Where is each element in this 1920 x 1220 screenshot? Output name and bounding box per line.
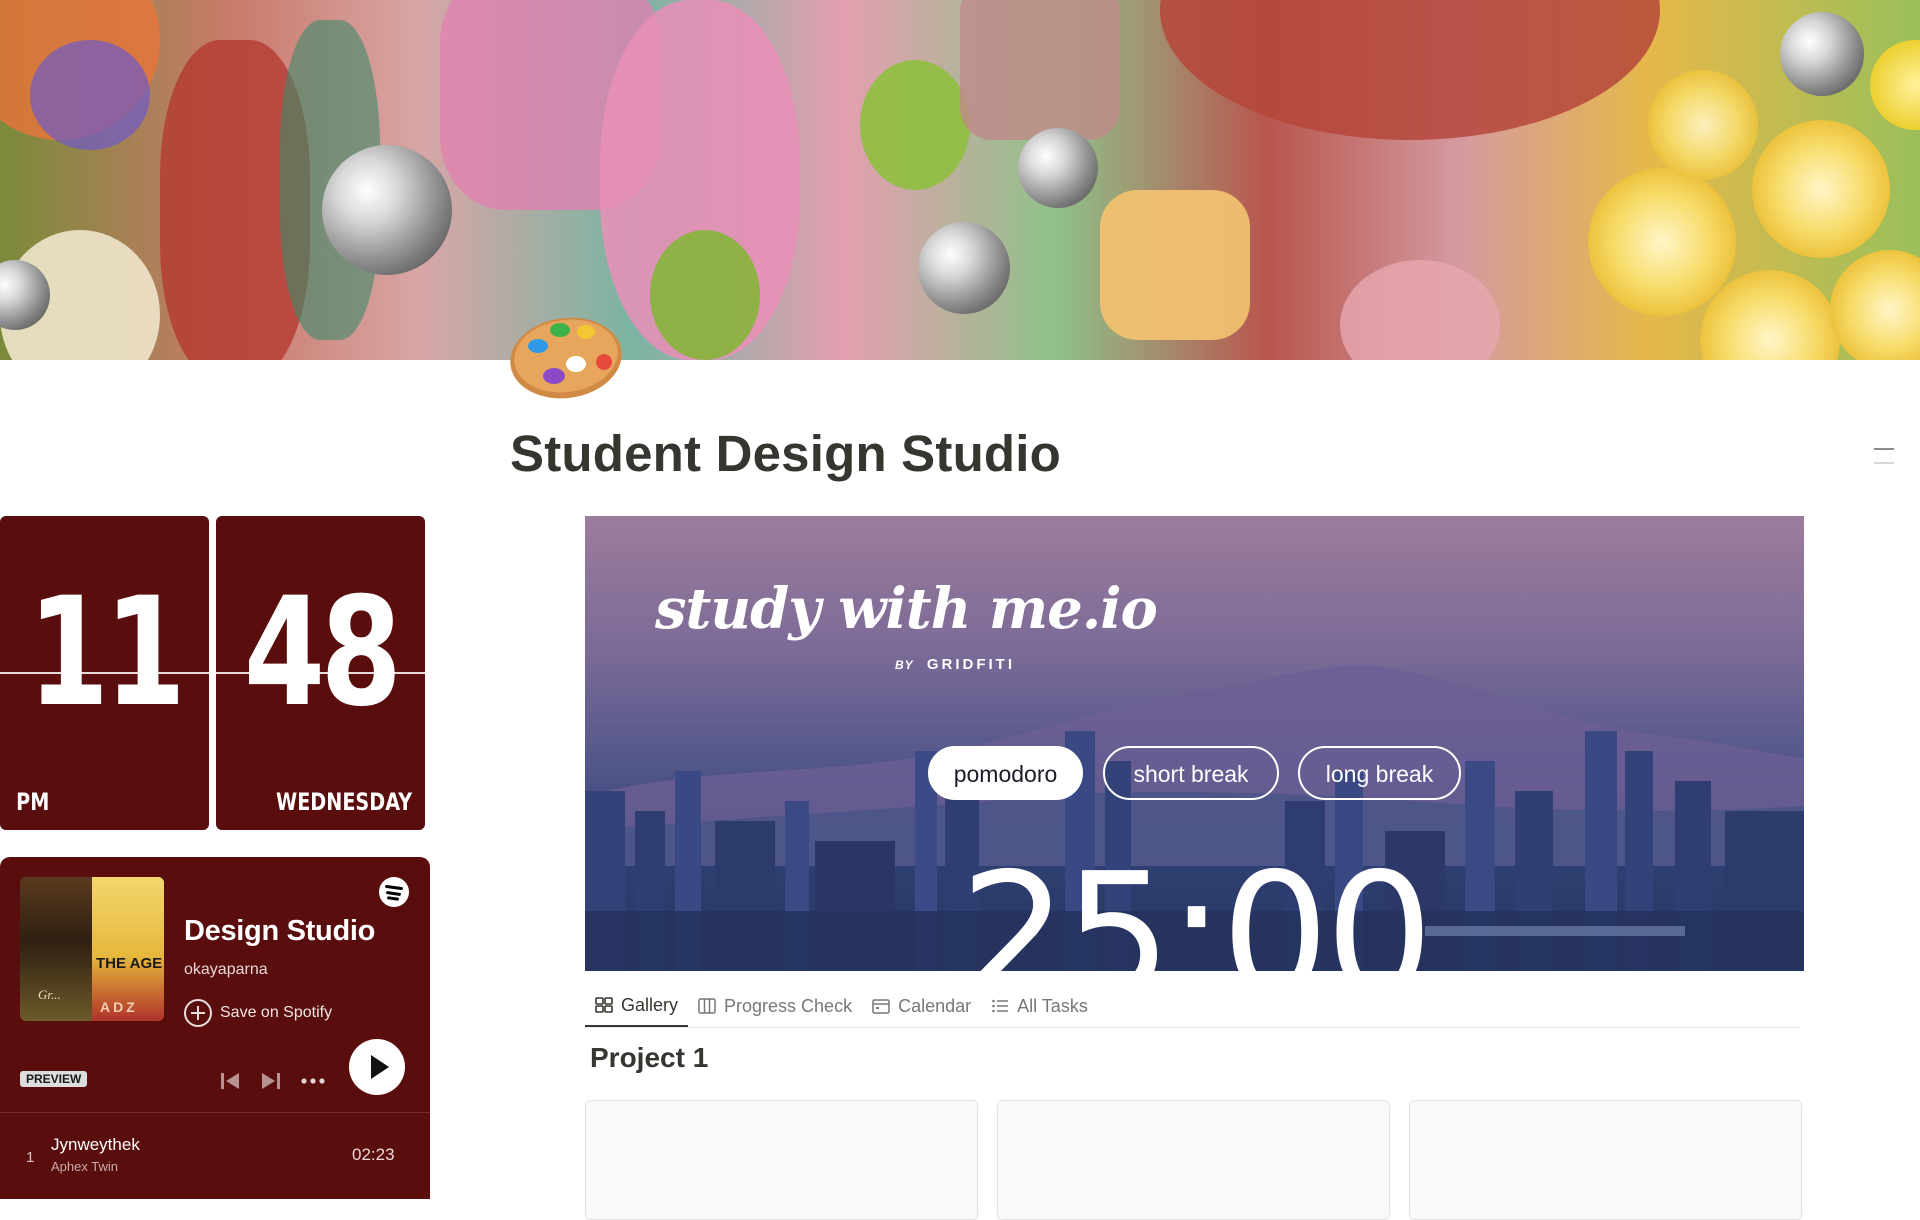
track-number: 1	[26, 1149, 35, 1166]
save-on-spotify-label: Save on Spotify	[220, 1004, 333, 1021]
album-cover-image[interactable]: Gr... THE AGE ADZ	[20, 877, 164, 1021]
tab-calendar[interactable]: Calendar	[862, 985, 981, 1027]
track-artist: Aphex Twin	[51, 1159, 118, 1174]
clock-hour-tile: 11 PM	[0, 516, 209, 830]
save-on-spotify-button[interactable]: Save on Spotify	[184, 999, 332, 1027]
artist-palette-icon[interactable]	[508, 312, 628, 408]
clock-hour: 11	[27, 566, 186, 740]
short-break-mode-button[interactable]: short break	[1103, 746, 1279, 800]
pomodoro-timer-embed: study with me.io BY GRIDFITI pomodoro sh…	[585, 516, 1804, 971]
skip-forward-icon[interactable]	[259, 1070, 283, 1092]
database-view-tabs: Gallery Progress Check Calendar All Task…	[585, 985, 1800, 1028]
playlist-title[interactable]: Design Studio	[184, 915, 375, 948]
byline-prefix: BY	[895, 658, 914, 672]
table-of-contents-icon-line	[1874, 462, 1894, 464]
divider	[0, 1112, 430, 1113]
calendar-icon	[872, 999, 890, 1014]
play-button[interactable]	[349, 1039, 405, 1095]
byline-brand: GRIDFITI	[926, 656, 1016, 673]
tab-label: Progress Check	[724, 995, 853, 1016]
more-options-icon[interactable]	[300, 1074, 326, 1088]
clock-minute: 48	[243, 566, 402, 740]
tab-all-tasks[interactable]: All Tasks	[981, 985, 1098, 1027]
page-cover-image	[0, 0, 1920, 360]
gallery-card[interactable]	[997, 1100, 1390, 1220]
page-title[interactable]: Student Design Studio	[510, 424, 1061, 483]
studywithme-logo[interactable]: study with me.io	[655, 576, 1158, 642]
gallery-card[interactable]	[585, 1100, 978, 1220]
clock-split-line	[216, 672, 425, 674]
clock-meridiem: PM	[16, 788, 50, 816]
list-icon	[992, 999, 1009, 1013]
table-of-contents-icon[interactable]	[1874, 448, 1894, 450]
track-name: Jynweythek	[51, 1135, 140, 1154]
clock-split-line	[0, 672, 209, 674]
timer-display: 25:00	[959, 837, 1434, 971]
gallery-grid-icon	[595, 997, 613, 1013]
pomodoro-mode-button[interactable]: pomodoro	[928, 746, 1083, 800]
playlist-owner[interactable]: okayaparna	[184, 961, 268, 979]
skip-back-icon[interactable]	[218, 1070, 242, 1092]
spotify-logo-icon[interactable]	[379, 877, 409, 907]
spotify-embed: Gr... THE AGE ADZ Design Studio okayapar…	[0, 857, 430, 1199]
add-circle-icon	[184, 999, 212, 1027]
tab-gallery[interactable]: Gallery	[585, 985, 689, 1027]
clock-weekday: WEDNESDAY	[275, 788, 412, 816]
tab-label: Gallery	[621, 994, 679, 1015]
track-duration: 02:23	[352, 1145, 395, 1164]
tab-label: Calendar	[898, 995, 972, 1016]
gallery-card[interactable]	[1409, 1100, 1802, 1220]
tab-label: All Tasks	[1017, 995, 1088, 1016]
preview-badge: PREVIEW	[20, 1071, 88, 1087]
clock-minute-tile: 48 WEDNESDAY	[216, 516, 425, 830]
tab-progress-check[interactable]: Progress Check	[688, 985, 862, 1027]
long-break-mode-button[interactable]: long break	[1298, 746, 1461, 800]
gridfiti-byline: BY GRIDFITI	[895, 656, 1015, 673]
section-title: Project 1	[590, 1042, 709, 1073]
board-columns-icon	[698, 998, 716, 1014]
